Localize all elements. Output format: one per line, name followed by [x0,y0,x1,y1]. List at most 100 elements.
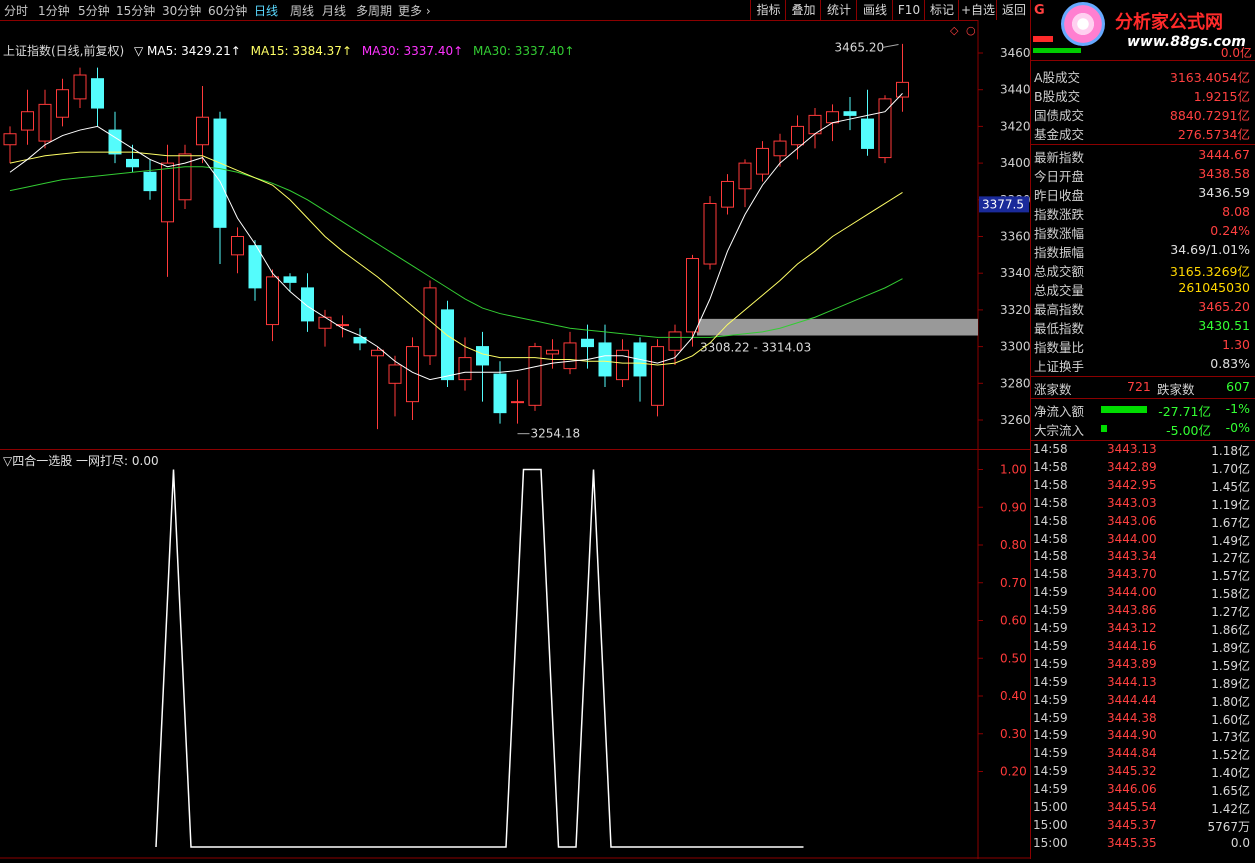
stat-row: 最新指数 3444.67 [1031,146,1253,165]
tick-amount: 1.89亿 [1211,640,1250,655]
candle-body [21,111,34,131]
sidebar-divider [1030,0,1031,859]
period-tab-4[interactable]: 30分钟 [162,2,201,19]
period-tab-6[interactable]: 日线 [254,2,278,19]
toolbar-button-1[interactable]: 叠加 [785,0,821,20]
period-tab-2[interactable]: 5分钟 [78,2,110,19]
tick-amount: 1.19亿 [1211,497,1250,512]
stat-row: 最高指数 3465.20 [1031,298,1253,317]
tick-price: 3443.12 [1107,621,1157,635]
tick-price: 3443.34 [1107,549,1157,564]
red-bar-icon [1033,36,1053,42]
flow-bar-icon [1101,406,1147,413]
stat-value: 3438.58 [1198,166,1250,181]
candle-body [791,125,804,146]
period-tab-9[interactable]: 多周期 [356,2,392,19]
candle-body [493,373,507,414]
candle-body [248,245,262,289]
candlestick-chart-panel[interactable]: 上证指数(日线,前复权) ▽ MA5: 3429.21↑ MA15: 3384.… [0,20,1031,450]
indicator-panel[interactable]: ▽四合一选股 一网打尽: 0.00 1.00 0.90 0.80 0.70 0.60 0.… [0,450,1030,859]
tick-row: 14:59 3444.90 1.73亿 [1031,728,1253,746]
period-tab-5[interactable]: 60分钟 [208,2,247,19]
tick-row: 14:58 3442.95 1.45亿 [1031,478,1253,496]
candle-body [563,342,577,370]
toolbar-button-6[interactable]: +自选 [958,0,997,20]
candle-body [441,309,454,381]
indicator-svg[interactable]: 1.00 0.90 0.80 0.70 0.60 0.50 0.40 0.30 0.20 [0,450,1030,859]
tick-amount: 1.45亿 [1211,479,1250,494]
candle-body [231,236,244,256]
tick-amount: 1.42亿 [1211,802,1250,816]
stat-label: 指数涨跌 [1034,207,1085,222]
candle-body [528,346,542,406]
tick-amount: 0.0 [1230,835,1250,850]
tick-price: 3442.95 [1107,477,1157,492]
stat-label: A股成交 [1034,70,1081,85]
tick-time: 14:58 [1033,477,1068,492]
toolbar-button-2[interactable]: 统计 [820,0,857,20]
logo-text: 分析家公式网 [1115,12,1223,33]
indicator-tick-label: 0.30 [1000,727,1027,741]
period-tab-7[interactable]: 周线 [290,2,314,19]
tick-price: 3444.16 [1107,638,1157,653]
period-tab-3[interactable]: 15分钟 [116,2,155,19]
ma5-line [9,93,903,381]
tick-row: 14:59 3443.89 1.59亿 [1031,657,1253,675]
toolbar-button-5[interactable]: 标记 [924,0,959,20]
tick-time: 14:58 [1033,513,1068,528]
ma-legend: 上证指数(日线,前复权) ▽ MA5: 3429.21↑ MA15: 3384.… [3,42,580,59]
toolbar-button-3[interactable]: 画线 [856,0,893,20]
candle-body [546,349,559,355]
stat-row: 指数涨幅 0.24% [1031,222,1253,241]
tick-amount: 1.27亿 [1211,605,1250,620]
stat-value: 276.5734亿 [1177,127,1250,142]
stat-value: 0.83% [1210,356,1250,371]
tick-amount: 1.80亿 [1211,694,1250,709]
candle-body [651,346,664,406]
tick-price: 3445.32 [1107,764,1157,779]
flow-row: 大宗流入 -5.00亿 -0% [1031,419,1253,438]
stat-row: A股成交 3163.4054亿 [1031,66,1253,85]
sidebar-header: G 分析家公式网 www.88gs.com 0.0亿 [1031,0,1255,61]
tick-time: 14:59 [1033,674,1068,689]
period-tab-0[interactable]: 分时 [4,2,28,19]
stat-value: 3436.59 [1198,185,1250,200]
tick-amount: 1.52亿 [1211,748,1250,763]
stat-value: 261045030 [1178,280,1250,295]
candlestick-svg[interactable]: 3460344034203400338033603340332033003280… [0,20,1031,450]
stat-row: 最低指数 3430.51 [1031,317,1253,336]
toolbar-button-4[interactable]: F10 [892,0,925,20]
indicator-tick-label: 0.80 [1000,538,1027,552]
price-tick-label: 3420 [1000,119,1030,133]
candle-body [91,78,104,109]
candle-body [283,276,297,283]
low-annotation: 3254.18 [531,427,581,441]
tick-price: 3443.03 [1107,495,1157,510]
high-arrow [882,43,899,48]
tick-price: 3443.86 [1107,603,1157,618]
period-tab-8[interactable]: 月线 [322,2,346,19]
tick-time: 14:59 [1033,585,1068,600]
g-icon[interactable]: G [1034,3,1045,18]
toolbar-button-0[interactable]: 指标 [750,0,786,20]
stat-value: 3165.3269亿 [1169,264,1250,279]
toolbar-button-7[interactable]: 返回 [996,0,1031,20]
tick-row: 14:59 3444.13 1.89亿 [1031,675,1253,693]
period-tab-1[interactable]: 1分钟 [38,2,70,19]
tick-amount: 1.70亿 [1211,461,1250,476]
ma5-label: ▽ MA5: 3429.21↑ [134,44,241,58]
flow-pct: -0% [1225,420,1250,435]
flow-pct: -1% [1225,401,1250,416]
tick-row: 15:00 3445.54 1.42亿 [1031,800,1253,818]
stat-label: 指数量比 [1034,340,1085,355]
stat-value: 34.69/1.01% [1170,242,1250,257]
price-tick-label: 3460 [1000,46,1030,60]
tick-row: 14:58 3443.13 1.18亿 [1031,442,1253,460]
tick-price: 3444.90 [1107,728,1157,743]
period-tab-10[interactable]: 更多 › [398,2,431,19]
stat-row: 指数振幅 34.69/1.01% [1031,241,1253,260]
flower-logo-icon [1061,2,1105,46]
tick-amount: 1.40亿 [1211,766,1250,781]
tick-row: 14:59 3446.06 1.65亿 [1031,782,1253,800]
tick-amount: 1.27亿 [1211,551,1250,566]
